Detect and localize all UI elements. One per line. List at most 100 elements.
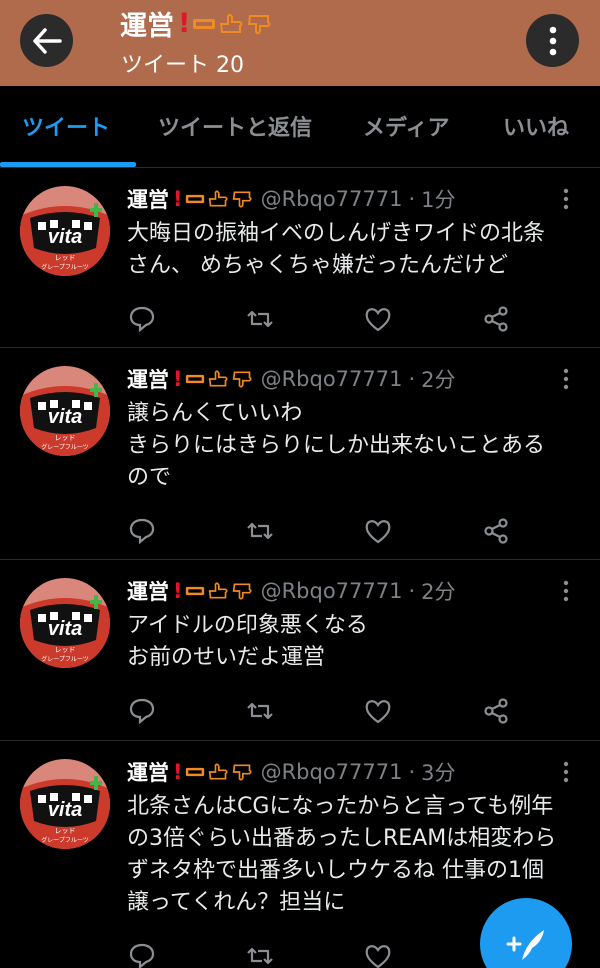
tweet-time[interactable]: 2分 — [421, 364, 455, 394]
more-vertical-icon — [563, 580, 569, 602]
like-icon — [365, 945, 391, 968]
tab-tweets[interactable]: ツイート — [22, 110, 110, 142]
tweet-text-line: アイドルの印象悪くなる — [127, 613, 368, 638]
like-button[interactable] — [363, 304, 393, 334]
tweet-text-line: お前のせいだよ運営 — [127, 645, 326, 670]
svg-text:vita: vita — [48, 406, 82, 428]
tweet-text-line: ので — [127, 465, 172, 490]
tweet-more-button[interactable] — [558, 188, 574, 210]
tweet-text-line: 大晦日の振袖イベのしんげきワイドの北条 — [127, 221, 546, 246]
profile-name: 運営 — [120, 11, 174, 42]
more-vertical-icon — [563, 368, 569, 390]
svg-text:グレープフルーツ: グレープフルーツ — [41, 655, 89, 663]
share-icon — [484, 306, 508, 332]
tweet-text-line: 譲らんくていいわ — [127, 401, 303, 426]
tweet-header: 運営! @Rbqo77771 · 2分 — [127, 576, 456, 606]
tweet-text-line: 北条さんはCGになったからと言っても例年 — [127, 794, 554, 819]
name-emoji: ! — [173, 579, 253, 603]
tweet-count: ツイート 20 — [121, 53, 244, 78]
tweet-text: 北条さんはCGになったからと言っても例年 の3倍ぐらい出番あったしREAMは相変わ… — [127, 791, 556, 919]
tweet-actions — [127, 941, 527, 968]
name-emoji: ! — [173, 760, 253, 784]
tab-media[interactable]: メディア — [363, 110, 449, 142]
tab-tweets-and-replies[interactable]: ツイートと返信 — [158, 110, 312, 142]
tweet-text-line: きらりにはきらりにしか出来ないことある — [127, 433, 546, 458]
name-emoji: ! — [173, 367, 253, 391]
arrow-left-icon — [32, 27, 62, 54]
tweet-text: 譲らんくていいわきらりにはきらりにしか出来ないことある ので — [127, 398, 545, 494]
separator-dot: · — [408, 187, 416, 211]
profile-header: 運営 ! ツイート 20 — [0, 0, 600, 86]
tweet-text-line: さん、 めちゃくちゃ嫌だったんだけど — [127, 253, 508, 278]
like-icon — [365, 520, 391, 544]
share-icon — [484, 518, 508, 544]
svg-text:vita: vita — [48, 618, 82, 640]
author-name[interactable]: 運営 — [127, 576, 169, 606]
reply-button[interactable] — [127, 941, 157, 968]
tweet-actions — [127, 696, 527, 726]
like-button[interactable] — [363, 941, 393, 968]
svg-text:グレープフルーツ: グレープフルーツ — [41, 836, 89, 844]
share-button[interactable] — [481, 304, 511, 334]
share-button[interactable] — [481, 516, 511, 546]
retweet-button[interactable] — [245, 696, 275, 726]
avatar[interactable]: vita レッド グレープフルーツ — [20, 186, 110, 276]
retweet-icon — [247, 310, 273, 328]
separator-dot: · — [408, 367, 416, 391]
svg-text:レッド: レッド — [55, 435, 76, 442]
avatar[interactable]: vita レッド グレープフルーツ — [20, 759, 110, 849]
separator-dot: · — [408, 760, 416, 784]
tweet-header: 運営! @Rbqo77771 · 2分 — [127, 364, 456, 394]
svg-text:グレープフルーツ: グレープフルーツ — [41, 263, 89, 271]
tweet-text-line: の3倍ぐらい出番あったしREAMは相変わら — [127, 826, 557, 851]
tweet-text: 大晦日の振袖イベのしんげきワイドの北条 さん、 めちゃくちゃ嫌だったんだけど — [127, 218, 545, 282]
retweet-icon — [247, 522, 273, 540]
tweet-header: 運営! @Rbqo77771 · 3分 — [127, 757, 456, 787]
active-tab-indicator — [0, 162, 136, 167]
author-name[interactable]: 運営 — [127, 757, 169, 787]
tweet-time[interactable]: 2分 — [421, 576, 455, 606]
name-emoji: ! — [178, 8, 272, 39]
tweet-text: アイドルの印象悪くなる お前のせいだよ運営 — [127, 610, 368, 674]
tweet-more-button[interactable] — [558, 368, 574, 390]
reply-button[interactable] — [127, 696, 157, 726]
more-vertical-icon — [563, 188, 569, 210]
reply-button[interactable] — [127, 516, 157, 546]
separator-dot: · — [408, 579, 416, 603]
like-button[interactable] — [363, 696, 393, 726]
share-icon — [484, 698, 508, 724]
avatar[interactable]: vita レッド グレープフルーツ — [20, 366, 110, 456]
reply-icon — [129, 518, 155, 545]
tab-likes[interactable]: いいね — [503, 110, 569, 142]
more-options-button[interactable] — [526, 14, 579, 67]
more-vertical-icon — [549, 26, 556, 55]
compose-tweet-icon — [506, 930, 544, 960]
tweet-time[interactable]: 1分 — [421, 184, 455, 214]
author-name[interactable]: 運営 — [127, 184, 169, 214]
svg-text:vita: vita — [48, 799, 82, 821]
retweet-icon — [247, 947, 273, 965]
like-button[interactable] — [363, 516, 393, 546]
svg-text:グレープフルーツ: グレープフルーツ — [41, 443, 89, 451]
tweet-actions — [127, 304, 527, 334]
name-emoji: ! — [173, 187, 253, 211]
like-icon — [365, 308, 391, 332]
back-button[interactable] — [20, 14, 73, 67]
tweet-time[interactable]: 3分 — [421, 757, 455, 787]
retweet-icon — [247, 702, 273, 720]
tweet-more-button[interactable] — [558, 580, 574, 602]
author-handle: @Rbqo77771 — [260, 579, 403, 603]
share-button[interactable] — [481, 696, 511, 726]
tweet-more-button[interactable] — [558, 761, 574, 783]
tweet: vita レッド グレープフルーツ 運営! @Rbqo77771 · 2分アイドルの印象悪く… — [0, 560, 600, 741]
reply-icon — [129, 306, 155, 333]
tweet-header: 運営! @Rbqo77771 · 1分 — [127, 184, 456, 214]
author-name[interactable]: 運営 — [127, 364, 169, 394]
retweet-button[interactable] — [245, 941, 275, 968]
retweet-button[interactable] — [245, 304, 275, 334]
retweet-button[interactable] — [245, 516, 275, 546]
reply-button[interactable] — [127, 304, 157, 334]
profile-tabs: ツイート ツイートと返信 メディア いいね — [0, 86, 600, 168]
like-icon — [365, 700, 391, 724]
avatar[interactable]: vita レッド グレープフルーツ — [20, 578, 110, 668]
